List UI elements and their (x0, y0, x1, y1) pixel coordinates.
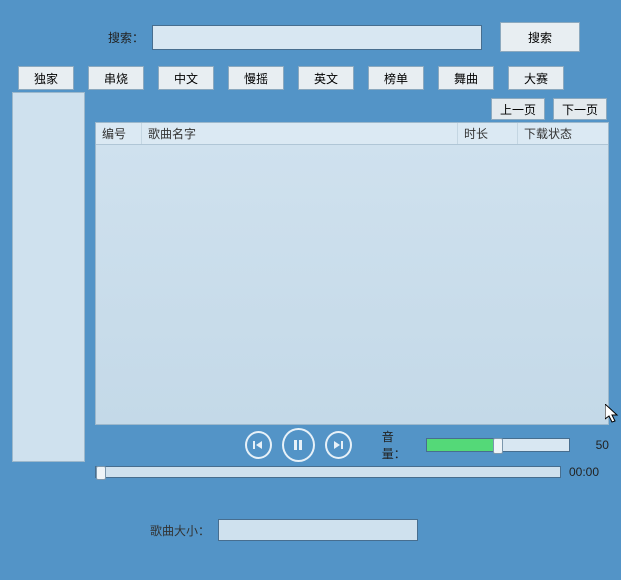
progress-slider[interactable] (95, 466, 561, 478)
col-name[interactable]: 歌曲名字 (142, 123, 458, 144)
player-controls: 音量： 50 (95, 425, 609, 465)
pause-icon (291, 438, 305, 452)
next-page-button[interactable]: 下一页 (553, 98, 607, 120)
size-label: 歌曲大小： (150, 522, 210, 539)
prev-track-button[interactable] (245, 431, 272, 459)
size-input[interactable] (218, 519, 418, 541)
search-button[interactable]: 搜索 (500, 22, 580, 52)
category-mix[interactable]: 串烧 (88, 66, 144, 90)
volume-thumb[interactable] (493, 438, 503, 454)
volume-fill (427, 439, 498, 451)
category-rank[interactable]: 榜单 (368, 66, 424, 90)
search-label: 搜索： (108, 29, 144, 46)
next-track-button[interactable] (325, 431, 352, 459)
time-display: 00:00 (569, 465, 609, 479)
category-contest[interactable]: 大赛 (508, 66, 564, 90)
table-body (96, 145, 608, 424)
pager-row: 上一页 下一页 (0, 90, 621, 120)
table-header: 编号 歌曲名字 时长 下载状态 (96, 123, 608, 145)
volume-value: 50 (586, 438, 609, 452)
category-english[interactable]: 英文 (298, 66, 354, 90)
prev-page-button[interactable]: 上一页 (491, 98, 545, 120)
side-panel (12, 92, 85, 462)
col-id[interactable]: 编号 (96, 123, 142, 144)
category-dance[interactable]: 舞曲 (438, 66, 494, 90)
search-row: 搜索： 搜索 (0, 0, 621, 52)
category-row: 独家 串烧 中文 慢摇 英文 榜单 舞曲 大赛 (0, 52, 621, 90)
progress-row: 00:00 (95, 465, 609, 479)
volume-slider[interactable] (426, 438, 570, 452)
category-slow[interactable]: 慢摇 (228, 66, 284, 90)
skip-next-icon (332, 439, 344, 451)
search-input[interactable] (152, 25, 482, 50)
category-chinese[interactable]: 中文 (158, 66, 214, 90)
skip-prev-icon (252, 439, 264, 451)
progress-thumb[interactable] (96, 466, 106, 480)
song-table[interactable]: 编号 歌曲名字 时长 下载状态 (95, 122, 609, 425)
play-pause-button[interactable] (282, 428, 315, 462)
size-row: 歌曲大小： (0, 479, 621, 541)
col-status[interactable]: 下载状态 (518, 123, 608, 144)
volume-label: 音量： (382, 428, 417, 462)
col-duration[interactable]: 时长 (458, 123, 518, 144)
category-exclusive[interactable]: 独家 (18, 66, 74, 90)
